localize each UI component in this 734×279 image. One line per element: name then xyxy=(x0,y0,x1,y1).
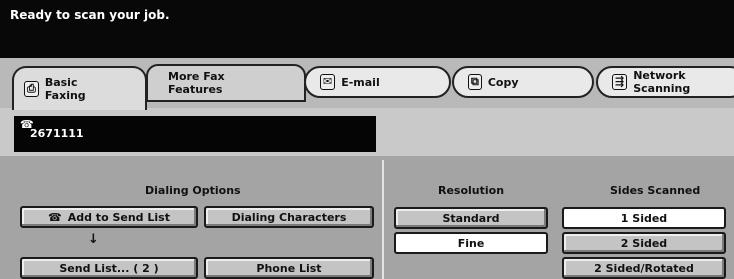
email-icon: ✉ xyxy=(320,74,336,90)
resolution-fine-button[interactable]: Fine xyxy=(394,232,548,254)
fax-machine-icon: ⎙ xyxy=(24,81,39,97)
tab-basic-faxing-label: Basic Faxing xyxy=(44,76,86,102)
add-to-send-list-label: Add to Send List xyxy=(67,210,170,224)
sides-2-sided-rotated-button[interactable]: 2 Sided/Rotated xyxy=(562,257,726,279)
section-divider xyxy=(382,160,384,279)
status-message: Ready to scan your job. xyxy=(10,8,170,22)
tab-more-fax-features[interactable]: More Fax Features xyxy=(146,64,306,102)
tab-copy-label: Copy xyxy=(487,75,519,89)
network-scan-icon: ⇶ xyxy=(612,74,628,90)
sides-scanned-heading: Sides Scanned xyxy=(610,184,701,197)
phone-list-button[interactable]: Phone List xyxy=(204,257,374,279)
fax-number-value: 2671111 xyxy=(30,127,84,140)
tab-basic-faxing[interactable]: ⎙ Basic Faxing xyxy=(12,66,147,110)
tab-email-label: E-mail xyxy=(341,75,380,89)
status-bar: Ready to scan your job. xyxy=(0,0,734,58)
add-to-send-list-button[interactable]: ☎ Add to Send List xyxy=(20,206,198,228)
resolution-heading: Resolution xyxy=(438,184,505,197)
tab-network-scanning-label: Network Scanning xyxy=(633,69,691,95)
phone-icon: ☎ xyxy=(48,210,62,224)
sides-1-sided-button[interactable]: 1 Sided xyxy=(562,207,726,229)
fax-number-field[interactable]: ☎ 2671111 xyxy=(14,116,376,152)
tab-copy[interactable]: ⧉ Copy xyxy=(452,66,594,98)
dialing-options-heading: Dialing Options xyxy=(145,184,241,197)
send-list-button[interactable]: Send List... ( 2 ) xyxy=(20,257,198,279)
resolution-standard-button[interactable]: Standard xyxy=(394,207,548,229)
tab-network-scanning[interactable]: ⇶ Network Scanning xyxy=(596,66,734,98)
tab-row: ⎙ Basic Faxing More Fax Features ✉ E-mai… xyxy=(0,58,734,110)
down-arrow-icon: ↓ xyxy=(88,232,99,247)
dialing-characters-button[interactable]: Dialing Characters xyxy=(204,206,374,228)
copy-icon: ⧉ xyxy=(468,74,482,90)
sides-2-sided-button[interactable]: 2 Sided xyxy=(562,232,726,254)
tab-email[interactable]: ✉ E-mail xyxy=(304,66,451,98)
tab-more-fax-features-label: More Fax Features xyxy=(168,70,225,96)
